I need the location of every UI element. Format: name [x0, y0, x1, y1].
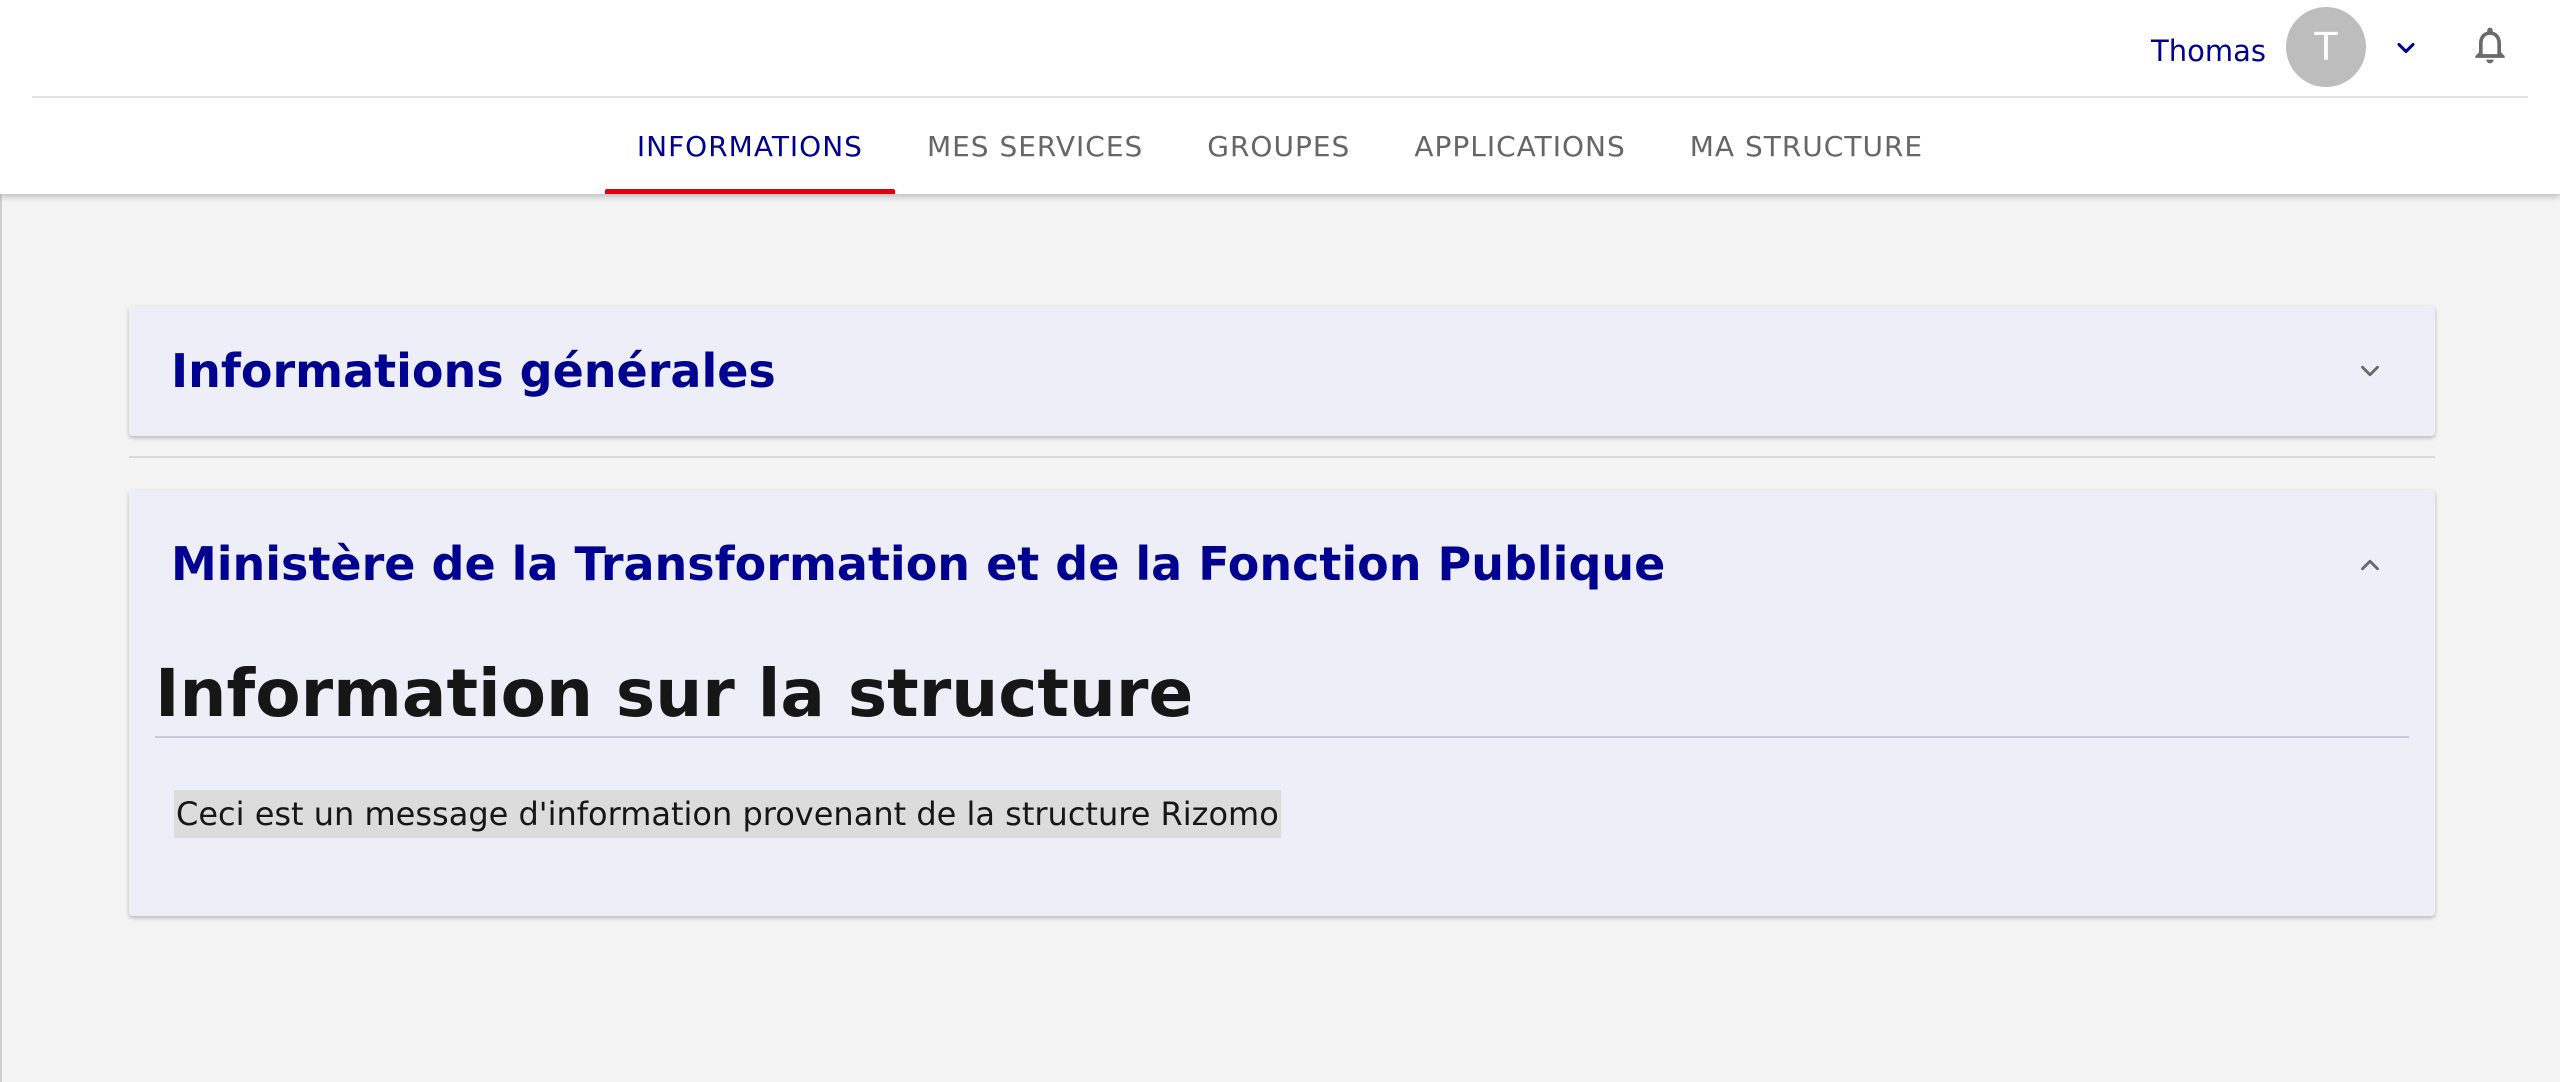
- avatar-initial: T: [2314, 25, 2338, 69]
- chevron-up-icon[interactable]: [2355, 550, 2385, 580]
- tab-applications[interactable]: APPLICATIONS: [1382, 98, 1657, 194]
- tab-groupes[interactable]: GROUPES: [1175, 98, 1382, 194]
- main-tabs: INFORMATIONS MES SERVICES GROUPES APPLIC…: [0, 98, 2560, 194]
- structure-message: Ceci est un message d'information proven…: [174, 790, 1281, 838]
- panel-ministere: Ministère de la Transformation et de la …: [129, 490, 2435, 916]
- main-content: Informations générales Ministère de la T…: [0, 194, 2560, 1082]
- app-header: Thomas T INFORMATIONS MES SERVICES GROUP…: [0, 0, 2560, 194]
- chevron-down-icon[interactable]: [2392, 34, 2420, 62]
- chevron-down-icon[interactable]: [2355, 356, 2385, 386]
- section-divider: [155, 736, 2409, 738]
- section-title: Information sur la structure: [155, 655, 1194, 732]
- avatar[interactable]: T: [2286, 7, 2366, 87]
- header-top-bar: Thomas T: [32, 0, 2528, 98]
- panel-informations-generales[interactable]: Informations générales: [129, 306, 2435, 436]
- tab-informations[interactable]: INFORMATIONS: [604, 98, 895, 194]
- panel-title[interactable]: Ministère de la Transformation et de la …: [171, 536, 1665, 592]
- tab-mes-services[interactable]: MES SERVICES: [895, 98, 1175, 194]
- user-name[interactable]: Thomas: [2151, 33, 2266, 69]
- panel-title[interactable]: Informations générales: [171, 343, 776, 399]
- bell-icon[interactable]: [2468, 22, 2512, 68]
- divider: [129, 456, 2435, 458]
- tab-ma-structure[interactable]: MA STRUCTURE: [1658, 98, 1955, 194]
